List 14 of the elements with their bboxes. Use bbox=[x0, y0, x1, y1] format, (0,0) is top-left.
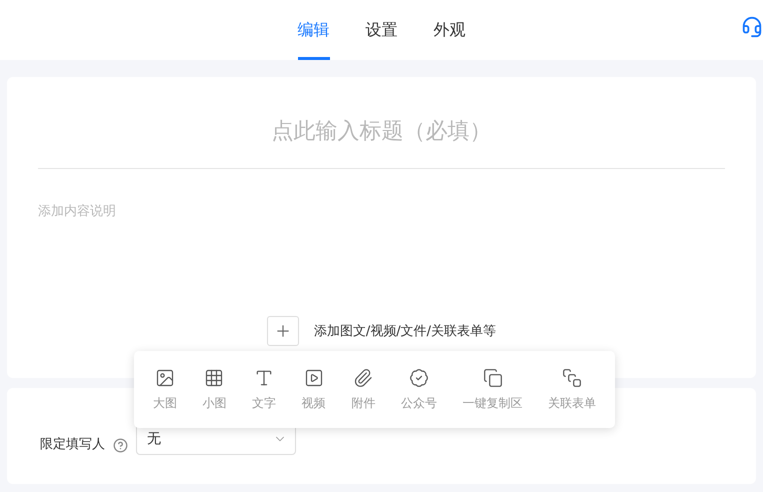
insert-menu-item[interactable]: 视频 bbox=[302, 368, 326, 412]
insert-menu-item[interactable]: 文字 bbox=[252, 368, 276, 412]
insert-menu-item[interactable]: 一键复制区 bbox=[462, 368, 523, 412]
tab[interactable]: 编辑 bbox=[298, 0, 330, 60]
insert-menu-item[interactable]: 大图 bbox=[152, 368, 177, 412]
tab[interactable]: 设置 bbox=[366, 0, 398, 60]
add-hint: 添加图文/视频/文件/关联表单等 bbox=[314, 323, 496, 340]
insert-menu-item[interactable]: 附件 bbox=[351, 368, 376, 412]
title-field[interactable]: 点此输入标题（必填） bbox=[262, 119, 502, 144]
insert-menu-item[interactable]: 公众号 bbox=[400, 368, 437, 412]
insert-menu-item[interactable]: 小图 bbox=[202, 368, 226, 412]
field-label: 限定填写人 bbox=[40, 436, 105, 453]
insert-menu-item[interactable]: 关联表单 bbox=[548, 368, 596, 412]
tab[interactable]: 外观 bbox=[434, 0, 466, 60]
